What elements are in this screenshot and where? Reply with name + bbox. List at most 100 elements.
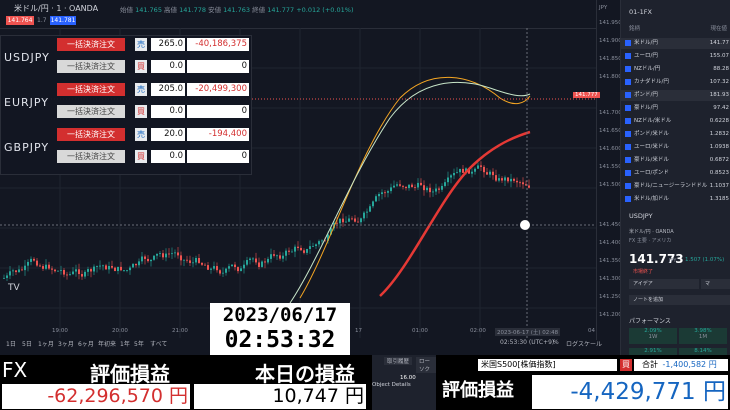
currency-pair-label: EURJPY [4, 96, 49, 109]
watchlist-item[interactable]: ユーロ/円 155.07 [621, 51, 730, 62]
bulk-close-button[interactable]: 一括決済注文 [57, 105, 125, 118]
y-tick: 141.900 [599, 38, 622, 44]
candle-body [414, 187, 416, 188]
candle-body [189, 260, 191, 263]
axis-unit: JPY [599, 5, 608, 11]
watchlist-item[interactable]: NZドル/米ドル 0.6228 [621, 116, 730, 127]
position-pl: -194,400 [187, 128, 249, 141]
range-6m[interactable]: 6ヶ月 [78, 339, 94, 348]
candle-body [285, 250, 287, 256]
candle-body [312, 246, 314, 247]
price-axis[interactable]: JPY 141.950 141.900 141.850 141.800 141.… [573, 0, 622, 340]
symbol-title[interactable]: 米ドル/円 · 1 · OANDA [14, 3, 98, 14]
candle-body [297, 246, 299, 248]
candle-body [165, 253, 167, 258]
y-tick: 141.300 [599, 276, 622, 282]
watchlist-item[interactable]: 豪ドル/米ドル 0.6872 [621, 155, 730, 166]
watchlist-symbol: NZドル/円 [634, 66, 661, 72]
candle-body [81, 274, 83, 277]
candle-body [150, 259, 152, 262]
watchlist-item[interactable]: 豪ドル/ニュージーランドドル 1.1037 [621, 181, 730, 192]
sell-price-button[interactable]: 141.764 [6, 16, 34, 25]
today-pl-value: 10,747 円 [194, 384, 366, 409]
candle-body [27, 261, 29, 266]
detail-name: 米ドル/円 · OANDA [629, 229, 674, 235]
candle-body [84, 271, 86, 277]
candle-body [30, 258, 32, 262]
watchlist-item[interactable]: NZドル/円 88.28 [621, 64, 730, 75]
watchlist-title[interactable]: 01-1FX [629, 8, 652, 16]
date-text: 2023/06/17 [222, 304, 338, 326]
watchlist-item[interactable]: 米ドル/加ドル 1.3185 [621, 194, 730, 205]
log-scale-toggle[interactable]: ログスケール [566, 339, 602, 348]
candle-body [336, 222, 338, 224]
range-3m[interactable]: 3ヶ月 [58, 339, 74, 348]
candle-body [15, 270, 17, 273]
watchlist-item[interactable]: ポンド/米ドル 1.2832 [621, 129, 730, 140]
bulk-close-button[interactable]: 一括決済注文 [57, 128, 125, 141]
range-ytd[interactable]: 年初来 [98, 339, 116, 348]
range-5y[interactable]: 5年 [134, 339, 144, 348]
candle-tab[interactable]: ローソク [416, 357, 436, 373]
utc-clock: 02:53:30 (UTC+9) [500, 339, 555, 346]
watchlist-item[interactable]: ユーロ/ポンド 0.8523 [621, 168, 730, 179]
position-quantity: 20.0 [151, 128, 185, 141]
watchlist-item[interactable]: 米ドル/円 141.77 [621, 38, 730, 49]
candle-body [156, 253, 158, 256]
watchlist-symbol: NZドル/米ドル [634, 118, 672, 124]
candle-body [105, 265, 107, 270]
candle-body [501, 178, 503, 181]
range-1m[interactable]: 1ヶ月 [38, 339, 54, 348]
ideas-button[interactable]: アイデア [629, 279, 699, 289]
add-note-button[interactable]: ノートを追加 [629, 295, 730, 305]
x-tick: 01:00 [412, 328, 428, 334]
current-price-label: 141.777 [573, 92, 600, 98]
percent-toggle[interactable]: % [553, 339, 559, 346]
mini-price: 16.00 [400, 375, 416, 381]
range-5d[interactable]: 5日 [22, 339, 32, 348]
watchlist-item[interactable]: カナダドル/円 107.32 [621, 77, 730, 88]
position-pl: 0 [187, 60, 249, 73]
watchlist-price: 1.0938 [709, 144, 729, 150]
sp500-pl-label: 評価損益 [442, 380, 514, 401]
position-quantity: 0.0 [151, 150, 185, 163]
sell-side-label: 売 [135, 83, 147, 96]
currency-pair-label: USDJPY [4, 51, 50, 64]
buy-price-button[interactable]: 141.781 [50, 16, 76, 25]
watchlist-item[interactable]: 豪ドル/円 97.42 [621, 103, 730, 114]
candle-body [159, 253, 161, 255]
position-quantity: 0.0 [151, 60, 185, 73]
more-button[interactable]: マ [701, 279, 730, 289]
range-1d[interactable]: 1日 [6, 339, 16, 348]
watchlist-price: 1.3185 [709, 196, 729, 202]
bulk-close-button[interactable]: 一括決済注文 [57, 60, 125, 73]
candle-body [486, 172, 488, 175]
watchlist-item[interactable]: ポンド/円 181.93 [621, 90, 730, 101]
candle-body [258, 262, 260, 267]
candle-body [183, 259, 185, 261]
candle-body [519, 182, 521, 184]
range-all[interactable]: すべて [150, 339, 167, 348]
bulk-close-button[interactable]: 一括決済注文 [57, 83, 125, 96]
watchlist-item[interactable]: ユーロ/米ドル 1.0938 [621, 142, 730, 153]
candle-body [474, 168, 476, 172]
flag-icon [625, 157, 631, 163]
candle-body [93, 266, 95, 272]
candle-body [231, 264, 233, 267]
history-tab[interactable]: 取引履歴 [384, 357, 413, 365]
candle-body [216, 266, 218, 271]
candle-body [477, 165, 479, 169]
candle-body [321, 240, 323, 242]
x-tick: 17 [355, 328, 362, 334]
candle-body [213, 266, 215, 269]
range-1y[interactable]: 1年 [120, 339, 130, 348]
today-pl-label: 本日の損益 [255, 362, 355, 386]
candle-body [42, 266, 44, 269]
detail-category: FX 主要 · アメリカ [629, 238, 672, 244]
x-tick: 20:00 [112, 328, 128, 334]
buy-side-label: 買 [135, 105, 147, 118]
bulk-close-button[interactable]: 一括決済注文 [57, 150, 125, 163]
bulk-close-button[interactable]: 一括決済注文 [57, 38, 125, 51]
watchlist-symbol: ポンド/円 [634, 92, 658, 98]
candle-body [21, 269, 23, 271]
